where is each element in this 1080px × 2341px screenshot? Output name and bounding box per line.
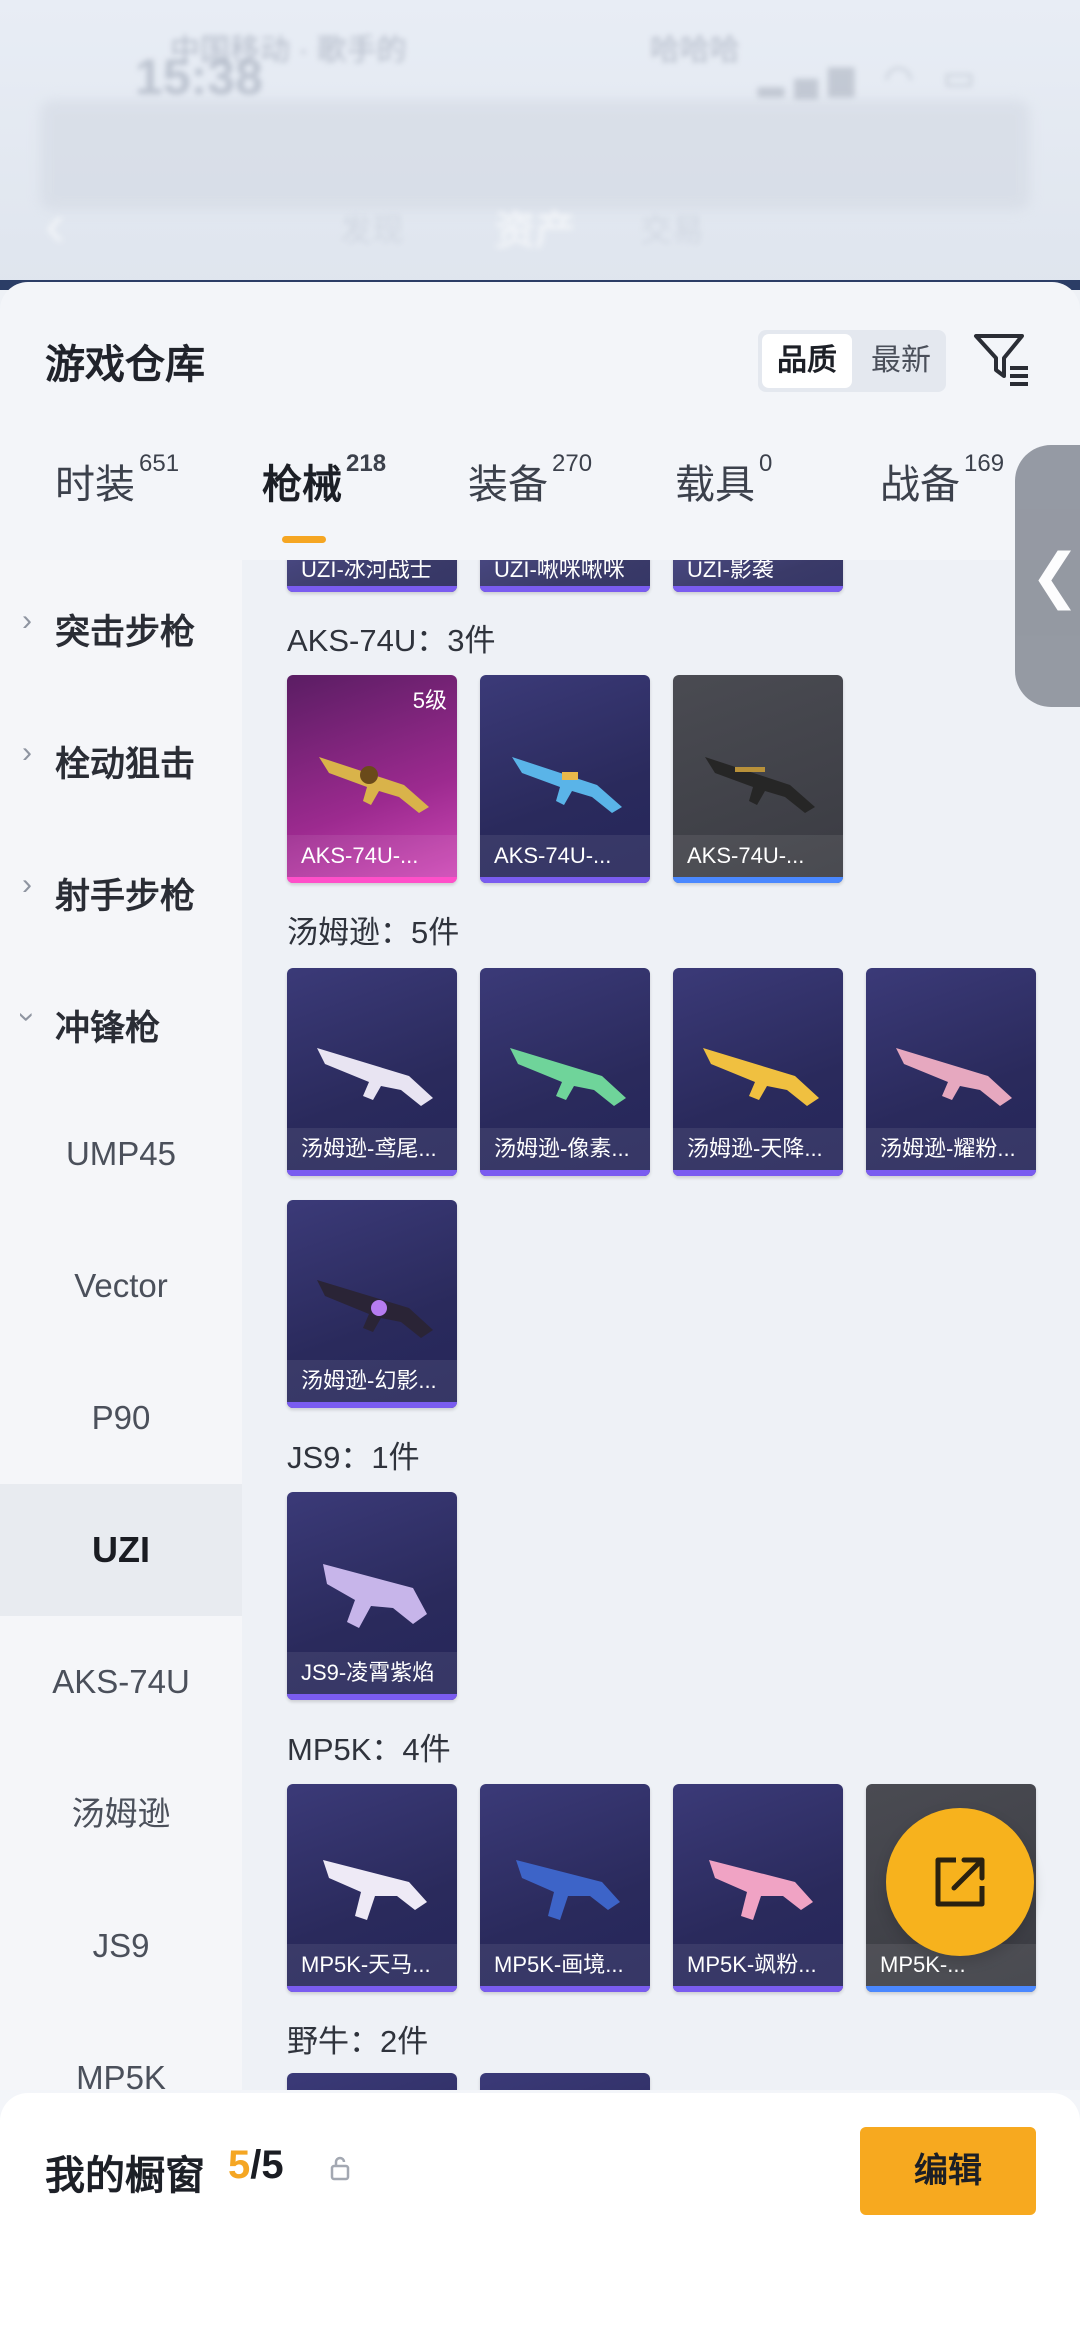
collapse-handle[interactable]: ❮ <box>1015 445 1080 707</box>
group-title-js9: JS9：1件 <box>287 1440 420 1475</box>
sort-newest[interactable]: 最新 <box>856 330 946 392</box>
skin-card[interactable]: MP5K-飒粉... <box>673 1784 843 1992</box>
group-title-bison: 野牛：2件 <box>287 2024 429 2059</box>
showcase-count: 5/5 <box>228 2143 284 2187</box>
sub-js9[interactable]: JS9 <box>0 1880 242 2012</box>
chevron-right-icon: › <box>22 604 32 637</box>
tab-vehicles[interactable]: 载具 0 <box>675 450 772 510</box>
carrier-right: 哈哈哈 <box>650 34 740 67</box>
tab-equipment[interactable]: 装备 270 <box>468 450 592 510</box>
cat-smg[interactable]: › 冲锋枪 <box>0 956 242 1088</box>
showcase-bar: 我的橱窗 5/5 编辑 <box>0 2093 1080 2341</box>
sub-ump45[interactable]: UMP45 <box>0 1088 242 1220</box>
level-badge: 5级 <box>412 688 447 713</box>
gun-icon <box>319 757 429 813</box>
gun-icon <box>510 1048 626 1106</box>
skin-card[interactable]: MP5K-天马... <box>287 1784 457 1992</box>
skin-card[interactable] <box>480 2073 650 2090</box>
header-left-tab[interactable]: 发现 <box>340 205 404 251</box>
sort-quality[interactable]: 品质 <box>762 334 852 388</box>
skin-card[interactable] <box>287 2073 457 2090</box>
chevron-right-icon: › <box>22 736 32 769</box>
sub-vector[interactable]: Vector <box>0 1220 242 1352</box>
top-header: 中国移动 · 歌手的 哈哈哈 15:38 ▂▄▆ ◠ ▭ ‹ 发现 资产 交易 <box>0 0 1080 290</box>
chevron-right-icon: › <box>22 868 32 901</box>
chevron-down-icon: › <box>11 1012 44 1022</box>
skin-card[interactable]: 5级 AKS-74U-... <box>287 675 457 883</box>
tab-fashion[interactable]: 时装 651 <box>55 450 179 510</box>
gun-icon <box>317 1280 433 1338</box>
cat-assault-rifle[interactable]: › 突击步枪 <box>0 560 242 692</box>
skin-card[interactable]: JS9-凌霄紫焰 <box>287 1492 457 1700</box>
share-icon <box>935 1857 985 1907</box>
sort-toggle[interactable]: 品质 最新 <box>758 330 946 392</box>
share-button[interactable] <box>886 1808 1034 1956</box>
status-time: 15:38 <box>135 49 263 105</box>
sub-mp5k[interactable]: MP5K <box>0 2012 242 2090</box>
gun-icon <box>512 757 622 813</box>
gun-icon <box>317 1048 433 1106</box>
cat-marksman-rifle[interactable]: › 射手步枪 <box>0 824 242 956</box>
skin-card[interactable]: UZI-影袭 <box>673 560 843 592</box>
skin-card[interactable]: 汤姆逊-像素... <box>480 968 650 1176</box>
active-tab-indicator <box>282 536 326 543</box>
skin-card[interactable]: 汤姆逊-鸢尾... <box>287 968 457 1176</box>
sub-thompson[interactable]: 汤姆逊 <box>0 1748 242 1880</box>
gun-icon <box>709 1860 813 1920</box>
header-right-tab[interactable]: 交易 <box>640 205 704 251</box>
tab-supplies[interactable]: 战备 169 <box>880 450 1004 510</box>
lock-icon <box>330 2156 350 2181</box>
sub-uzi[interactable]: UZI <box>0 1484 242 1616</box>
skin-card[interactable]: 汤姆逊-天降... <box>673 968 843 1176</box>
filter-icon[interactable] <box>970 326 1034 390</box>
sub-aks74u[interactable]: AKS-74U <box>0 1616 242 1748</box>
gun-icon <box>516 1860 620 1920</box>
skin-card[interactable]: MP5K-画境... <box>480 1784 650 1992</box>
gun-icon <box>896 1048 1012 1106</box>
skin-card[interactable]: UZI-啾咪啾咪 <box>480 560 650 592</box>
gun-icon <box>705 757 815 813</box>
chevron-left-icon: ❮ <box>1029 542 1080 609</box>
gun-icon <box>323 1564 427 1628</box>
cat-bolt-sniper[interactable]: › 栓动狙击 <box>0 692 242 824</box>
group-title-mp5k: MP5K：4件 <box>287 1732 451 1767</box>
category-sidebar: › 突击步枪 › 栓动狙击 › 射手步枪 › 冲锋枪 UMP45 Vector … <box>0 560 242 2090</box>
skin-card[interactable]: UZI-冰河战士 <box>287 560 457 592</box>
gun-icon <box>703 1048 819 1106</box>
back-icon[interactable]: ‹ <box>45 190 65 259</box>
tab-guns[interactable]: 枪械 218 <box>262 450 386 510</box>
showcase-label: 我的橱窗 <box>45 2154 205 2198</box>
header-blur-strip <box>40 100 1030 210</box>
skin-card[interactable]: 汤姆逊-幻影... <box>287 1200 457 1408</box>
edit-button[interactable]: 编辑 <box>860 2127 1036 2215</box>
warehouse-title: 游戏仓库 <box>45 343 205 387</box>
skin-card[interactable]: 汤姆逊-耀粉... <box>866 968 1036 1176</box>
header-title: 资产 <box>495 209 575 253</box>
gun-icon <box>323 1860 427 1920</box>
group-title-aks74u: AKS-74U：3件 <box>287 623 496 658</box>
sub-p90[interactable]: P90 <box>0 1352 242 1484</box>
category-tabs: 时装 651 枪械 218 装备 270 载具 0 战备 169 <box>0 432 1080 532</box>
status-icons: ▂▄▆ ◠ ▭ <box>757 59 985 97</box>
skin-card[interactable]: AKS-74U-... <box>673 675 843 883</box>
group-title-thompson: 汤姆逊：5件 <box>287 915 460 950</box>
skin-card[interactable]: AKS-74U-... <box>480 675 650 883</box>
